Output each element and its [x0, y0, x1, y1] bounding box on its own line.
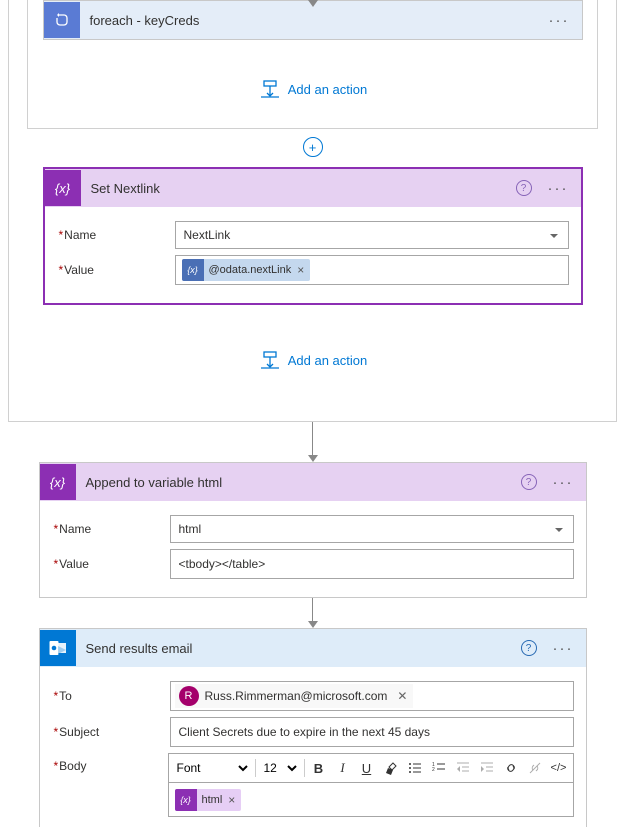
foreach-menu[interactable]: ··· [545, 12, 574, 29]
bold-button[interactable]: B [309, 757, 329, 779]
email-menu[interactable]: ··· [549, 640, 578, 657]
outdent-button[interactable] [453, 757, 473, 779]
bullet-list-button[interactable] [405, 757, 425, 779]
size-select[interactable]: 12 [260, 756, 300, 780]
outlook-icon [40, 630, 76, 666]
help-icon[interactable]: ? [521, 474, 537, 490]
add-action-label: Add an action [288, 82, 368, 97]
send-email-title: Send results email [76, 641, 521, 656]
token-remove[interactable]: × [228, 793, 235, 807]
underline-button[interactable]: U [357, 757, 377, 779]
italic-button[interactable]: I [333, 757, 353, 779]
append-html-card[interactable]: {x} Append to variable html ? ··· *Name … [39, 462, 587, 598]
send-email-card[interactable]: Send results email ? ··· *To R Russ.Rimm… [39, 628, 587, 827]
append-menu[interactable]: ··· [549, 474, 578, 491]
value-label: *Value [57, 263, 175, 277]
name-label: *Name [57, 228, 175, 242]
help-icon[interactable]: ? [516, 180, 532, 196]
odata-token[interactable]: {x} @odata.nextLink × [182, 259, 311, 281]
svg-text:2: 2 [432, 767, 435, 773]
indent-button[interactable] [477, 757, 497, 779]
set-nextlink-title: Set Nextlink [81, 181, 516, 196]
body-label: *Body [52, 753, 168, 773]
html-token[interactable]: {x} html × [175, 789, 242, 811]
token-icon: {x} [182, 259, 204, 281]
subject-label: *Subject [52, 725, 170, 739]
avatar: R [179, 686, 199, 706]
highlight-button[interactable] [381, 757, 401, 779]
append-html-title: Append to variable html [76, 475, 521, 490]
add-action-inner[interactable]: Add an action [28, 40, 597, 128]
token-remove[interactable]: × [297, 263, 304, 277]
name-select[interactable]: html [170, 515, 574, 543]
help-icon[interactable]: ? [521, 640, 537, 656]
variable-icon: {x} [45, 170, 81, 206]
email-recipient-pill[interactable]: R Russ.Rimmerman@microsoft.com ✕ [175, 684, 414, 708]
value-label: *Value [52, 557, 170, 571]
subject-input[interactable]: Client Secrets due to expire in the next… [170, 717, 574, 747]
name-label: *Name [52, 522, 170, 536]
to-label: *To [52, 689, 170, 703]
set-nextlink-card[interactable]: {x} Set Nextlink ? ··· *Name NextLink *V… [43, 167, 583, 305]
foreach-title: foreach - keyCreds [80, 13, 545, 28]
value-input[interactable]: <tbody></table> [170, 549, 574, 579]
name-select[interactable]: NextLink [175, 221, 569, 249]
token-icon: {x} [175, 789, 197, 811]
font-select[interactable]: Font [173, 756, 251, 780]
rich-text-toolbar: Font 12 B I U 12 </> [168, 753, 574, 783]
variable-icon: {x} [40, 464, 76, 500]
to-input[interactable]: R Russ.Rimmerman@microsoft.com ✕ [170, 681, 574, 711]
insert-step-button[interactable]: + [303, 137, 323, 157]
set-nextlink-menu[interactable]: ··· [544, 180, 573, 197]
body-content-area[interactable]: {x} html × [168, 783, 574, 817]
add-action-outer[interactable]: Add an action [9, 305, 616, 415]
code-view-button[interactable]: </> [549, 757, 569, 779]
add-action-icon [258, 351, 280, 369]
add-action-label: Add an action [288, 353, 368, 368]
remove-recipient[interactable]: ✕ [397, 689, 407, 703]
loop-icon [44, 2, 80, 38]
unlink-button[interactable] [525, 757, 545, 779]
add-action-icon [258, 80, 280, 98]
value-input[interactable]: {x} @odata.nextLink × [175, 255, 569, 285]
link-button[interactable] [501, 757, 521, 779]
number-list-button[interactable]: 12 [429, 757, 449, 779]
